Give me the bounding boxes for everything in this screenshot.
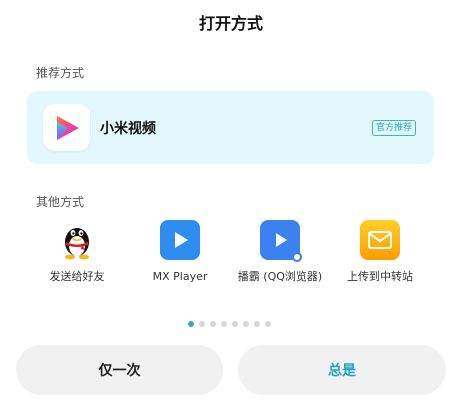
app-option-label: 播霸 (QQ浏览器) [237, 270, 323, 283]
page-dot[interactable] [199, 321, 205, 327]
always-button[interactable]: 总是 [238, 345, 446, 395]
just-once-button[interactable]: 仅一次 [16, 345, 223, 395]
app-option-label: 上传到中转站 [347, 270, 413, 283]
mx-player-play-icon [160, 220, 200, 260]
page-indicator [188, 321, 271, 327]
page-dot[interactable] [188, 321, 194, 327]
mi-video-play-icon [43, 104, 90, 151]
app-option-mx-player[interactable]: MX Player [130, 220, 230, 284]
qq-browser-player-icon [260, 220, 302, 262]
app-option-send-to-friend[interactable]: 发送给好友 [27, 220, 127, 284]
recommended-section-label: 推荐方式 [36, 66, 85, 80]
qq-penguin-icon [57, 220, 97, 260]
page-dot[interactable] [232, 321, 238, 327]
official-recommend-badge: 官方推荐 [371, 120, 416, 136]
other-section-label: 其他方式 [36, 195, 85, 209]
page-dot[interactable] [243, 321, 249, 327]
dialog-title: 打开方式 [198, 14, 263, 33]
recommended-app-card[interactable]: 小米视频 官方推荐 [27, 91, 434, 164]
page-dot[interactable] [254, 321, 260, 327]
envelope-icon [360, 220, 400, 260]
app-option-qq-browser-player[interactable]: 播霸 (QQ浏览器) [230, 220, 330, 284]
page-dot[interactable] [265, 321, 271, 327]
recommended-app-name: 小米视频 [100, 121, 156, 137]
page-dot[interactable] [210, 321, 216, 327]
app-option-upload-to-transfer[interactable]: 上传到中转站 [330, 220, 430, 284]
page-dot[interactable] [221, 321, 227, 327]
app-option-label: MX Player [152, 270, 208, 283]
app-option-label: 发送给好友 [49, 270, 105, 283]
